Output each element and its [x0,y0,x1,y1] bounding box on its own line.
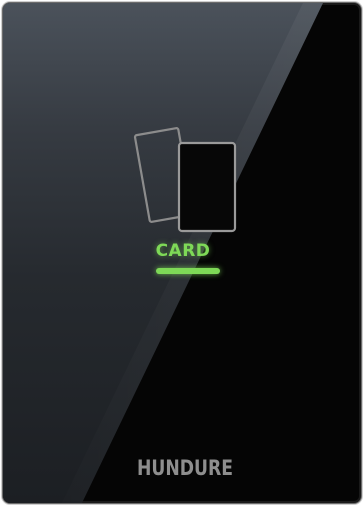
front-card-icon [177,141,237,233]
card-indicator-led [156,268,220,274]
card-reader-device: CARD HUNDURE [2,2,362,504]
two-cards-icon [133,127,237,233]
brand-logo: HUNDURE [136,456,234,480]
card-indicator-label: CARD [155,241,211,261]
